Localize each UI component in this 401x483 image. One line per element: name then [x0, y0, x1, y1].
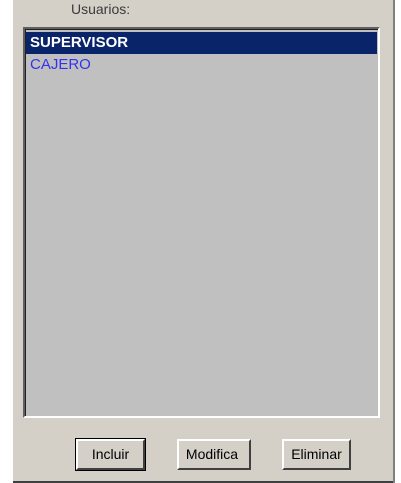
incluir-button[interactable]: Incluir	[75, 438, 146, 471]
list-item-supervisor[interactable]: SUPERVISOR	[26, 32, 377, 54]
users-panel: Usuarios: SUPERVISOR CAJERO Incluir Modi…	[11, 0, 395, 483]
modifica-button[interactable]: Modifica	[177, 439, 251, 470]
eliminar-button[interactable]: Eliminar	[282, 439, 351, 470]
users-group-label: Usuarios:	[71, 1, 131, 17]
list-item-cajero[interactable]: CAJERO	[26, 54, 377, 76]
users-listbox[interactable]: SUPERVISOR CAJERO	[23, 27, 380, 418]
